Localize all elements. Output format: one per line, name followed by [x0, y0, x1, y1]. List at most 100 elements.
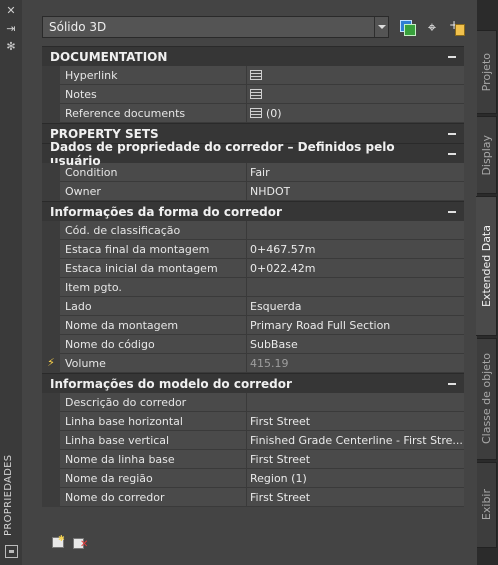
properties-panel: Sólido 3D ⌖ + DOCUMENTATION HyperlinkNote…	[22, 0, 478, 565]
palette-menu-icon[interactable]	[5, 545, 18, 558]
object-type-dropdown[interactable]: Sólido 3D	[42, 16, 389, 38]
close-icon[interactable]: ✕	[4, 5, 18, 17]
category-header[interactable]: DOCUMENTATION	[42, 46, 464, 66]
property-value[interactable]: 415.19	[247, 354, 464, 373]
property-value[interactable]	[247, 278, 464, 297]
property-row[interactable]: Nome da região Region (1)	[42, 469, 464, 488]
property-value[interactable]	[247, 221, 464, 240]
tab-exibir[interactable]: Exibir	[477, 462, 497, 548]
category-header[interactable]: Dados de propriedade do corredor – Defin…	[42, 140, 464, 168]
category-header[interactable]: Informações do modelo do corredor	[42, 373, 464, 393]
row-gutter	[42, 85, 60, 104]
property-row[interactable]: Nome do corredor First Street	[42, 488, 464, 507]
property-row[interactable]: Cód. de classificação	[42, 221, 464, 240]
property-row[interactable]: Nome do código SubBase	[42, 335, 464, 354]
category-label: Informações da forma do corredor	[50, 204, 282, 219]
property-value[interactable]: 0+022.42m	[247, 259, 464, 278]
collapse-icon[interactable]	[448, 132, 456, 135]
category-label: Dados de propriedade do corredor – Defin…	[50, 139, 395, 168]
chevron-down-icon[interactable]	[374, 17, 388, 37]
collapse-icon[interactable]	[448, 210, 456, 213]
row-gutter	[42, 469, 60, 488]
tab-label: Display	[480, 134, 493, 176]
row-gutter	[42, 450, 60, 469]
row-gutter	[42, 488, 60, 507]
row-gutter	[42, 221, 60, 240]
property-name: Lado	[60, 297, 247, 316]
category-label: Informações do modelo do corredor	[50, 376, 292, 391]
property-value-text: First Street	[250, 490, 311, 504]
property-value-text: SubBase	[250, 337, 298, 351]
quick-select-icon[interactable]	[398, 18, 416, 36]
property-value[interactable]: SubBase	[247, 335, 464, 354]
property-name: Owner	[60, 182, 247, 201]
property-grid: DOCUMENTATION Hyperlink Notes Reference doc…	[42, 46, 464, 507]
row-gutter	[42, 240, 60, 259]
property-value-text: 415.19	[250, 356, 289, 370]
palette-settings-icon[interactable]: ✻	[4, 41, 18, 53]
row-gutter	[42, 182, 60, 201]
property-row[interactable]: Descrição do corredor	[42, 393, 464, 412]
property-row[interactable]: ⚡ Volume 415.19	[42, 354, 464, 373]
add-property-set-icon[interactable]: ✱	[51, 535, 65, 548]
tab-classe-de-objeto[interactable]: Classe de objeto	[477, 338, 497, 460]
property-name: Nome da linha base	[60, 450, 247, 469]
remove-property-set-icon[interactable]: ✕	[73, 537, 88, 550]
toggle-pickadd-icon[interactable]: +	[448, 18, 466, 36]
property-name: Volume	[60, 354, 247, 373]
property-value-text: Region (1)	[250, 471, 307, 485]
property-value[interactable]: First Street	[247, 488, 464, 507]
tab-label: Projeto	[480, 52, 493, 92]
property-value[interactable]	[247, 85, 464, 104]
auto-hide-icon[interactable]: ⇥	[4, 23, 18, 35]
table-icon[interactable]	[250, 89, 262, 99]
property-value[interactable]: (0)	[247, 104, 464, 123]
property-row[interactable]: Estaca inicial da montagem 0+022.42m	[42, 259, 464, 278]
category-header[interactable]: Informações da forma do corredor	[42, 201, 464, 221]
property-row[interactable]: Lado Esquerda	[42, 297, 464, 316]
property-row[interactable]: Nome da montagem Primary Road Full Sectio…	[42, 316, 464, 335]
property-name: Linha base vertical	[60, 431, 247, 450]
palette-tabs: Projeto Display Extended Data Classe de obj…	[476, 0, 498, 565]
row-gutter	[42, 104, 60, 123]
property-name: Nome do código	[60, 335, 247, 354]
row-gutter	[42, 297, 60, 316]
property-row[interactable]: Item pgto.	[42, 278, 464, 297]
property-value[interactable]: 0+467.57m	[247, 240, 464, 259]
property-value-text: Finished Grade Centerline - First Stre..…	[250, 433, 463, 447]
palette-title: PROPRIEDADES	[3, 454, 14, 536]
property-row[interactable]: Linha base vertical Finished Grade Center…	[42, 431, 464, 450]
property-value[interactable]: NHDOT	[247, 182, 464, 201]
property-name: Cód. de classificação	[60, 221, 247, 240]
property-row[interactable]: Nome da linha base First Street	[42, 450, 464, 469]
property-value[interactable]	[247, 393, 464, 412]
collapse-icon[interactable]	[448, 382, 456, 385]
property-row[interactable]: Hyperlink	[42, 66, 464, 85]
property-name: Hyperlink	[60, 66, 247, 85]
collapse-icon[interactable]	[448, 152, 456, 155]
property-value[interactable]	[247, 66, 464, 85]
tab-extended-data[interactable]: Extended Data	[476, 196, 497, 336]
property-row[interactable]: Owner NHDOT	[42, 182, 464, 201]
tab-display[interactable]: Display	[477, 116, 497, 194]
property-value[interactable]: Region (1)	[247, 469, 464, 488]
property-value[interactable]: First Street	[247, 450, 464, 469]
table-icon[interactable]	[250, 70, 262, 80]
property-name: Reference documents	[60, 104, 247, 123]
property-row[interactable]: Notes	[42, 85, 464, 104]
category-label: DOCUMENTATION	[50, 49, 168, 64]
table-icon[interactable]	[250, 108, 262, 118]
select-objects-icon[interactable]: ⌖	[423, 18, 441, 36]
property-row[interactable]: Estaca final da montagem 0+467.57m	[42, 240, 464, 259]
property-value[interactable]: Primary Road Full Section	[247, 316, 464, 335]
property-value-text: First Street	[250, 452, 311, 466]
property-value[interactable]: Esquerda	[247, 297, 464, 316]
property-row[interactable]: Linha base horizontal First Street	[42, 412, 464, 431]
property-value[interactable]: Finished Grade Centerline - First Stre..…	[247, 431, 464, 450]
property-value[interactable]: First Street	[247, 412, 464, 431]
tab-projeto[interactable]: Projeto	[477, 30, 497, 114]
formula-icon: ⚡	[47, 356, 55, 369]
collapse-icon[interactable]	[448, 55, 456, 58]
property-row[interactable]: Reference documents (0)	[42, 104, 464, 123]
palette-title-strip: ✕ ⇥ ✻ PROPRIEDADES	[0, 0, 23, 565]
